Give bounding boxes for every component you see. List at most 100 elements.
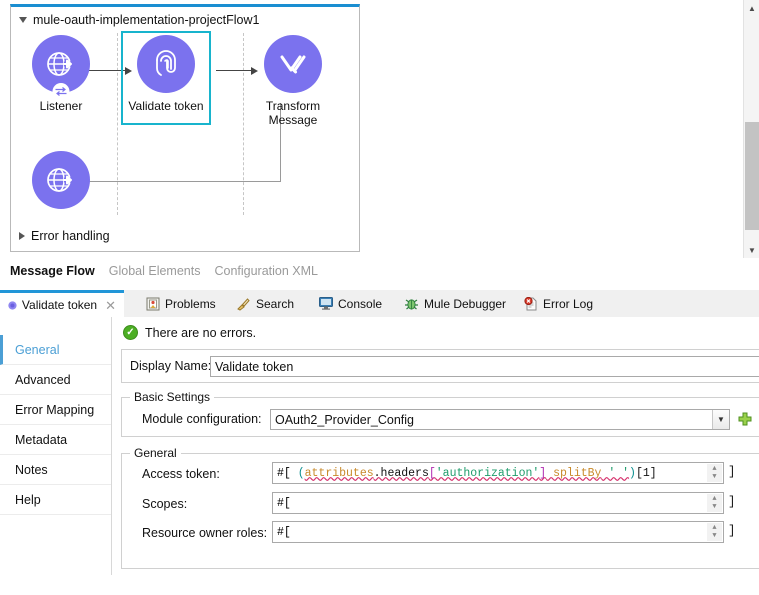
resource-owner-roles-label: Resource owner roles: (142, 526, 268, 540)
access-token-input[interactable]: #[ (attributes.headers['authorization'] … (272, 462, 724, 484)
fingerprint-icon (156, 50, 176, 76)
flow-node-validate-token[interactable]: Validate token (116, 35, 216, 113)
sidebar-item-general[interactable]: General (0, 335, 111, 365)
sidebar-item-label: Notes (15, 462, 48, 477)
display-name-value: Validate token (215, 359, 294, 374)
error-handling-section[interactable]: Error handling (19, 229, 110, 243)
triangle-right-icon[interactable] (19, 232, 25, 240)
properties-sidebar: General Advanced Error Mapping Metadata … (0, 317, 112, 575)
stepper-icon[interactable]: ▲ ▼ (707, 494, 722, 512)
tab-label: Error Log (543, 296, 594, 311)
flow-name: mule-oauth-implementation-projectFlow1 (33, 13, 260, 27)
scrollbar-thumb[interactable] (745, 122, 759, 230)
console-icon (319, 297, 333, 310)
canvas-vertical-scrollbar[interactable]: ▲ ▼ (743, 0, 759, 258)
node-circle[interactable] (32, 151, 90, 209)
sidebar-item-notes[interactable]: Notes (0, 455, 111, 485)
display-name-panel: Display Name: Validate token (121, 349, 759, 383)
general-group-title: General (130, 446, 181, 460)
sidebar-item-label: Help (15, 492, 41, 507)
node-circle[interactable] (32, 35, 90, 100)
status-text: There are no errors. (145, 325, 257, 340)
module-configuration-select[interactable]: OAuth2_Provider_Config ▼ (270, 409, 730, 430)
status-message: ✓ There are no errors. (123, 325, 256, 340)
globe-arrow-icon (47, 52, 72, 76)
problems-icon (146, 297, 160, 310)
sidebar-item-label: Error Mapping (15, 402, 95, 417)
tab-error-log[interactable]: Error Log (516, 290, 601, 317)
tab-mule-debugger[interactable]: Mule Debugger (396, 290, 514, 317)
sidebar-item-label: General (15, 342, 60, 357)
properties-editor: General Advanced Error Mapping Metadata … (0, 317, 759, 595)
node-circle[interactable] (264, 35, 322, 93)
node-label: Transform Message (265, 99, 321, 127)
tab-label: Mule Debugger (424, 296, 507, 311)
close-icon[interactable]: ✕ (105, 299, 116, 312)
chevron-down-icon[interactable]: ▼ (744, 242, 759, 258)
search-icon (237, 297, 250, 311)
tab-validate-token[interactable]: Validate token ✕ (0, 290, 124, 317)
scopes-close-bracket: ] (728, 495, 736, 509)
basic-settings-title: Basic Settings (130, 390, 215, 404)
transform-v-icon (280, 55, 306, 74)
flow-node-transform-message[interactable]: Transform Message (243, 35, 343, 127)
flow-node-error-listener[interactable] (11, 151, 111, 209)
stepper-icon[interactable]: ▲ ▼ (707, 523, 722, 541)
resource-owner-roles-expression: #[ (277, 525, 291, 539)
access-token-expression: #[ (attributes.headers['authorization'] … (277, 466, 657, 480)
properties-main: ✓ There are no errors. Display Name: Val… (113, 317, 759, 575)
green-plus-icon[interactable] (738, 412, 752, 426)
sidebar-item-metadata[interactable]: Metadata (0, 425, 111, 455)
sidebar-item-help[interactable]: Help (0, 485, 111, 515)
module-configuration-value: OAuth2_Provider_Config (275, 412, 414, 427)
scopes-expression: #[ (277, 496, 291, 510)
module-configuration-label: Module configuration: (142, 412, 262, 426)
node-label: Validate token (128, 99, 204, 113)
message-flow-canvas[interactable]: mule-oauth-implementation-projectFlow1 L… (0, 0, 759, 258)
display-name-label: Display Name: (130, 359, 212, 373)
error-handling-label: Error handling (31, 229, 110, 243)
general-group: General Access token: #[ (attributes.hea… (121, 446, 759, 569)
editor-view-tabs: Message Flow Global Elements Configurati… (0, 258, 759, 284)
triangle-down-icon[interactable] (19, 17, 27, 23)
flow-container: mule-oauth-implementation-projectFlow1 L… (10, 4, 360, 252)
sidebar-item-error-mapping[interactable]: Error Mapping (0, 395, 111, 425)
flow-node-listener[interactable]: Listener (11, 35, 111, 113)
success-check-icon: ✓ (123, 325, 138, 340)
tab-console[interactable]: Console (311, 290, 390, 317)
sidebar-item-advanced[interactable]: Advanced (0, 365, 111, 395)
tab-configuration-xml[interactable]: Configuration XML (214, 264, 318, 278)
bottom-panel: Validate token ✕ Problems Search Console… (0, 290, 759, 595)
flow-header[interactable]: mule-oauth-implementation-projectFlow1 (19, 13, 260, 27)
tab-global-elements[interactable]: Global Elements (109, 264, 201, 278)
resource-owner-roles-close-bracket: ] (728, 524, 736, 538)
tab-label: Console (338, 296, 383, 311)
error-log-icon (524, 296, 537, 310)
globe-arrow-icon (47, 168, 72, 192)
access-token-close-bracket: ] (728, 465, 736, 479)
bug-icon (405, 298, 418, 310)
access-token-label: Access token: (142, 467, 220, 481)
display-name-input[interactable]: Validate token (210, 356, 759, 377)
tab-problems[interactable]: Problems (138, 290, 224, 317)
mule-component-icon (8, 300, 17, 310)
basic-settings-group: Basic Settings Module configuration: OAu… (121, 390, 759, 437)
sidebar-item-label: Metadata (15, 432, 68, 447)
node-circle[interactable] (137, 35, 195, 93)
scopes-input[interactable]: #[ ▲ ▼ (272, 492, 724, 514)
chevron-up-icon[interactable]: ▲ (744, 0, 759, 16)
stepper-icon[interactable]: ▲ ▼ (707, 464, 722, 482)
view-tab-bar: Validate token ✕ Problems Search Console… (0, 290, 759, 317)
http-exchange-badge (52, 83, 70, 100)
node-label: Listener (39, 99, 83, 113)
tab-label: Search (256, 296, 295, 311)
scopes-label: Scopes: (142, 497, 188, 511)
chevron-down-icon[interactable]: ▼ (712, 410, 729, 429)
tab-label: Problems (165, 296, 216, 311)
http-exchange-icon (55, 87, 67, 96)
resource-owner-roles-input[interactable]: #[ ▲ ▼ (272, 521, 724, 543)
tab-label: Validate token (21, 298, 98, 312)
sidebar-item-label: Advanced (15, 372, 71, 387)
tab-search[interactable]: Search (228, 290, 302, 317)
tab-message-flow[interactable]: Message Flow (10, 264, 95, 278)
